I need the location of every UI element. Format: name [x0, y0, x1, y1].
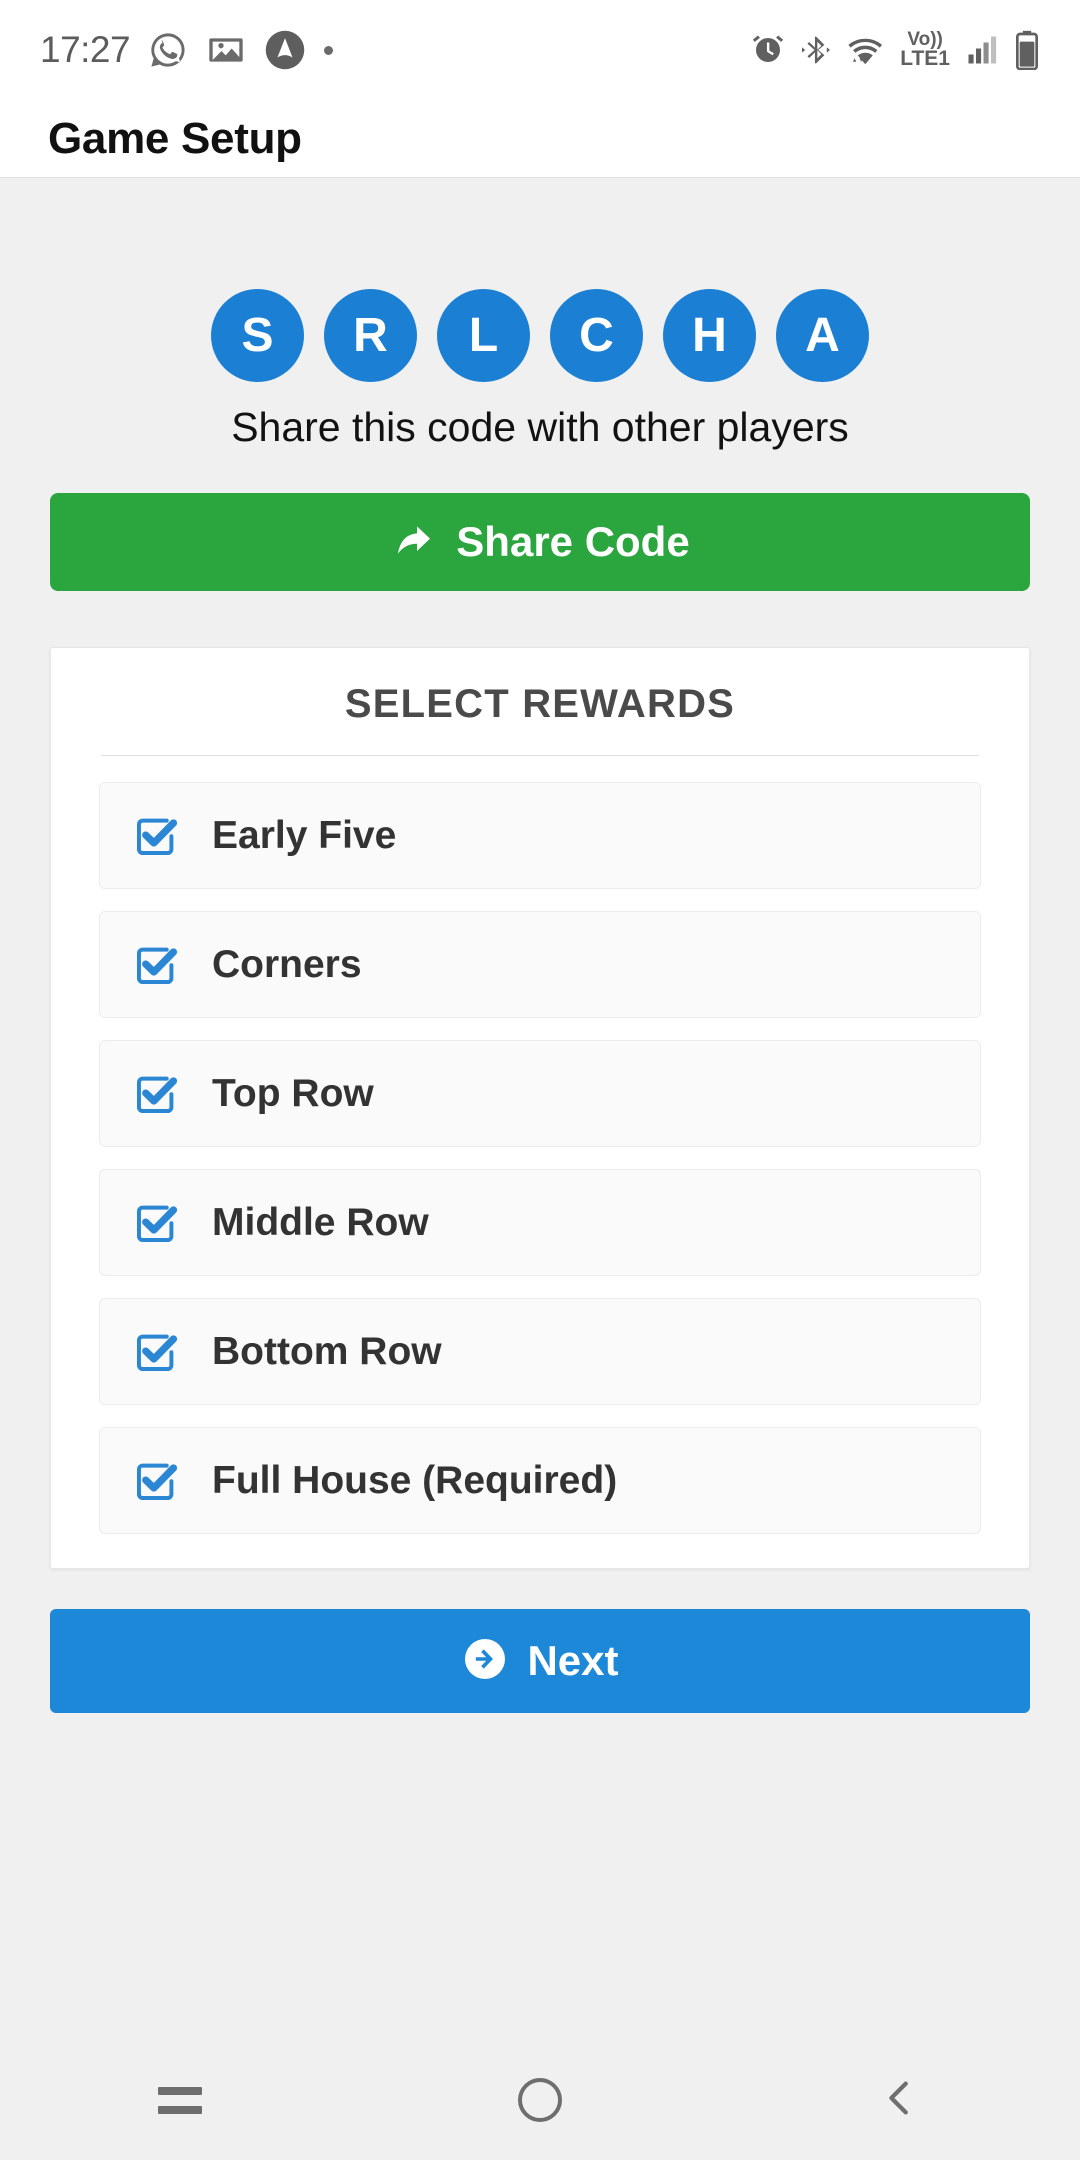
reward-label: Middle Row	[212, 1200, 429, 1244]
reward-label: Top Row	[212, 1071, 374, 1115]
main-content: SRLCHA Share this code with other player…	[0, 178, 1080, 2040]
status-bar-right: Vo)) LTE1	[750, 30, 1040, 70]
bluetooth-icon	[800, 32, 832, 68]
checkbox-checked-icon	[136, 1463, 178, 1500]
dot-indicator-icon	[324, 45, 334, 55]
status-bar-left: 17:27	[40, 29, 334, 71]
share-code-label: Share Code	[456, 518, 690, 565]
code-hint-text: Share this code with other players	[231, 404, 849, 450]
signal-icon	[964, 32, 1000, 68]
app-screen: 17:27 Vo)) LTE1 Game Setup S R L C H A S…	[0, 0, 1080, 2160]
reward-item[interactable]: Full House (Required)	[99, 1427, 981, 1534]
android-nav-bar	[0, 2040, 1080, 2160]
wifi-icon	[846, 32, 886, 68]
back-icon	[877, 2075, 923, 2126]
rewards-list: Early Five Corners Top Row Middle Row Bo…	[99, 782, 981, 1534]
reward-item[interactable]: Bottom Row	[99, 1298, 981, 1405]
checkbox-checked-icon	[136, 1334, 178, 1371]
code-letter-circle: L	[437, 289, 530, 382]
battery-icon	[1014, 30, 1040, 70]
reward-label: Early Five	[212, 813, 397, 857]
game-code-display: SRLCHA	[50, 289, 1030, 382]
reward-label: Bottom Row	[212, 1329, 442, 1373]
rewards-card: SELECT REWARDS Early Five Corners Top Ro…	[50, 647, 1030, 1569]
status-time: 17:27	[40, 29, 131, 70]
checkbox-checked-icon	[136, 1076, 178, 1113]
checkbox-checked-icon	[136, 1205, 178, 1242]
code-letter-circle: H	[663, 289, 756, 382]
reward-item[interactable]: Corners	[99, 911, 981, 1018]
app-bar: Game Setup	[0, 100, 1080, 178]
home-icon	[518, 2078, 562, 2122]
reward-item[interactable]: Early Five	[99, 782, 981, 889]
next-button[interactable]: Next	[50, 1609, 1030, 1713]
next-label: Next	[527, 1637, 619, 1684]
recents-icon	[158, 2086, 202, 2114]
code-letter-circle: A	[776, 289, 869, 382]
status-bar: 17:27 Vo)) LTE1	[0, 0, 1080, 100]
checkbox-checked-icon	[136, 818, 178, 855]
code-letter-circle: R	[324, 289, 417, 382]
share-code-button[interactable]: Share Code	[50, 493, 1030, 591]
app-icon	[264, 29, 306, 71]
reward-item[interactable]: Top Row	[99, 1040, 981, 1147]
code-letter-circle: C	[550, 289, 643, 382]
rewards-title: SELECT REWARDS	[344, 682, 736, 726]
reward-item[interactable]: Middle Row	[99, 1169, 981, 1276]
gallery-icon	[206, 30, 246, 70]
arrow-circle-right-icon	[461, 1635, 509, 1688]
recents-button[interactable]	[90, 2050, 270, 2150]
home-button[interactable]	[450, 2050, 630, 2150]
rewards-divider	[101, 755, 979, 756]
page-title: Game Setup	[48, 113, 302, 163]
reward-label: Corners	[212, 942, 362, 986]
volte-icon: Vo)) LTE1	[900, 29, 950, 71]
share-arrow-icon	[390, 516, 438, 569]
alarm-icon	[750, 32, 786, 68]
whatsapp-icon	[148, 30, 188, 70]
back-button[interactable]	[810, 2050, 990, 2150]
reward-label: Full House (Required)	[212, 1458, 618, 1502]
checkbox-checked-icon	[136, 947, 178, 984]
code-letter-circle: S	[211, 289, 304, 382]
